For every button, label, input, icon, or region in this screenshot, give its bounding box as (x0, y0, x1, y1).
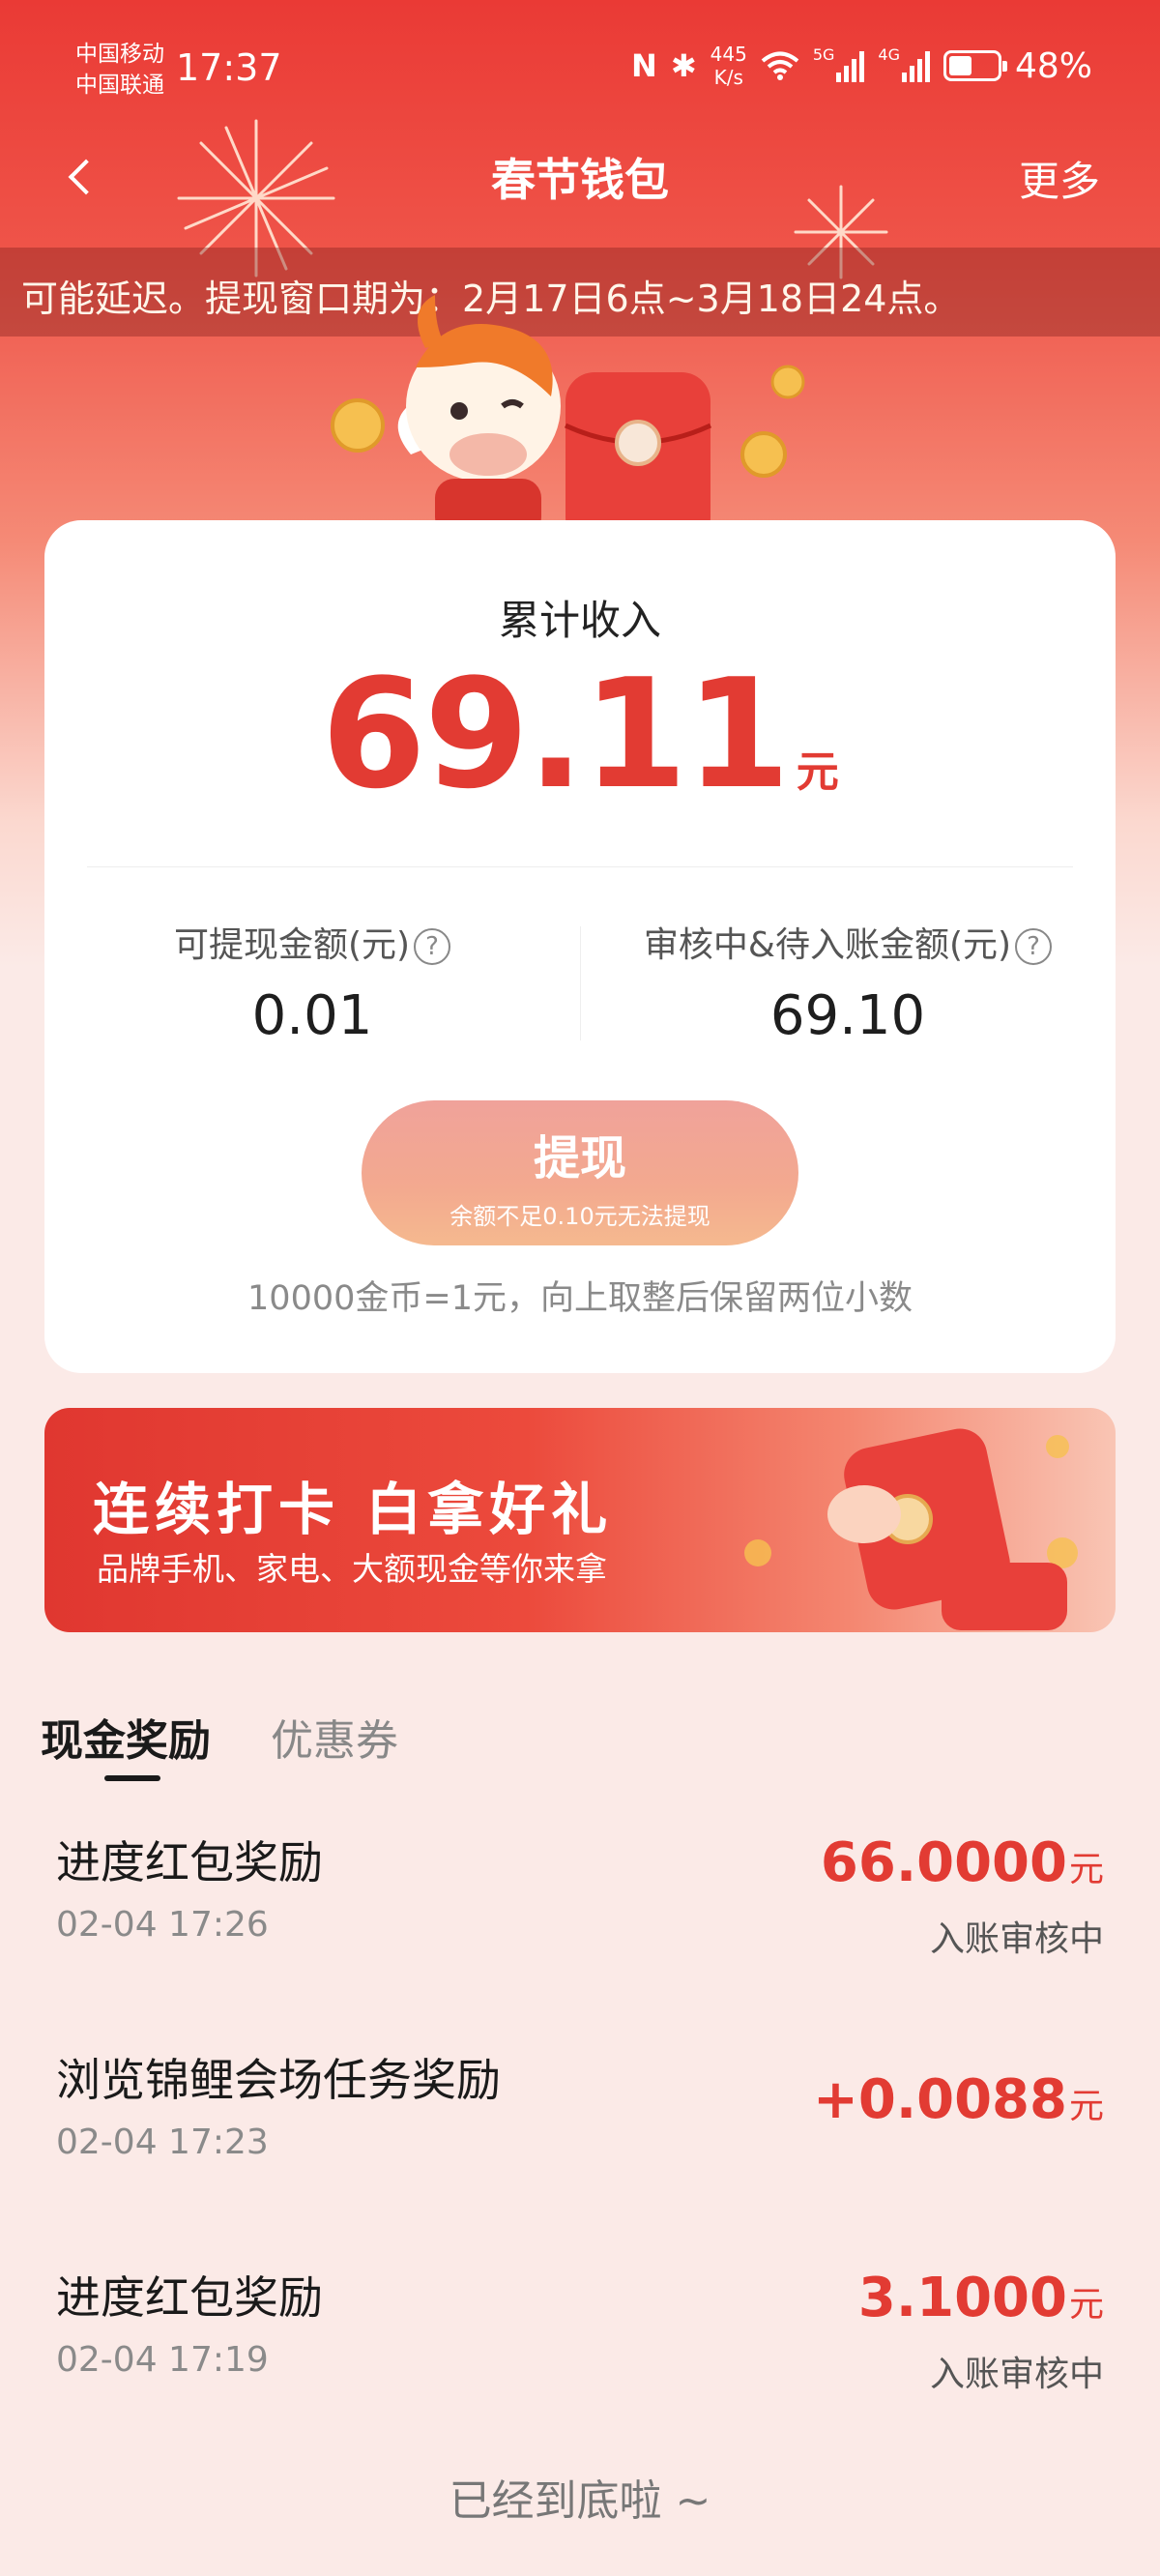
exchange-rate-note: 10000金币=1元，向上取整后保留两位小数 (247, 1279, 913, 1318)
signal-4g-icon (901, 49, 930, 82)
record-title: 浏览锦鲤会场任务奖励 (56, 2054, 501, 2106)
record-amount-unit: 元 (1068, 2087, 1104, 2126)
withdraw-button-label: 提现 (533, 1131, 626, 1186)
banner-title: 连续打卡 白拿好礼 (93, 1477, 614, 1542)
pending-stat: 审核中&待入账金额(元)? 69.10 (580, 917, 1116, 1047)
record-time: 02-04 17:23 (56, 2122, 269, 2162)
network-speed-value: 445 (710, 43, 747, 66)
list-end-note: 已经到底啦 ~ (449, 2476, 711, 2526)
pending-label-row: 审核中&待入账金额(元)? (580, 917, 1116, 967)
pending-label: 审核中&待入账金额(元) (643, 925, 1012, 965)
help-icon[interactable]: ? (1015, 928, 1053, 965)
withdrawable-label-row: 可提现金额(元)? (44, 917, 580, 967)
help-icon[interactable]: ? (414, 928, 451, 965)
record-title: 进度红包奖励 (56, 2271, 323, 2324)
record-amount: +0.0088元 (813, 2068, 1104, 2131)
record-amount-unit: 元 (1068, 2285, 1104, 2325)
network-5g-label: 5G (812, 44, 835, 64)
clock: 17:37 (176, 46, 282, 89)
total-income-label: 累计收入 (498, 597, 661, 644)
record-amount: 66.0000元 (821, 1831, 1104, 1894)
bluetooth-icon: ✱ (670, 47, 697, 84)
battery-fill (948, 56, 972, 75)
withdrawable-stat: 可提现金额(元)? 0.01 (44, 917, 580, 1047)
record-title: 进度红包奖励 (56, 1836, 323, 1888)
carrier-1: 中国移动 (75, 42, 164, 67)
more-button[interactable]: 更多 (1019, 149, 1100, 208)
nfc-icon: N (631, 47, 657, 84)
income-summary-card: 累计收入 69.11 元 可提现金额(元)? 0.01 审核中&待入账金额(元)?… (44, 520, 1116, 1373)
signal-5g-icon (836, 49, 865, 82)
record-amount-value: 3.1000 (857, 2267, 1067, 2329)
record-amount-unit: 元 (1068, 1850, 1104, 1889)
tab-coupons[interactable]: 优惠券 (271, 1706, 398, 1768)
record-time: 02-04 17:26 (56, 1905, 269, 1945)
withdraw-hint: 余额不足0.10元无法提现 (450, 1203, 710, 1230)
list-item: 浏览锦鲤会场任务奖励 02-04 17:23 +0.0088元 (0, 2045, 1160, 2239)
red-envelope-illustration (744, 1428, 1078, 1630)
record-amount: 3.1000元 (858, 2267, 1104, 2329)
withdrawable-label: 可提现金额(元) (173, 925, 411, 965)
status-icons: N ✱ 445 K/s 5G 4G 48% (631, 43, 1092, 89)
battery-icon (942, 50, 1007, 81)
wifi-icon (761, 51, 799, 80)
record-time: 02-04 17:19 (56, 2340, 269, 2380)
list-item: 进度红包奖励 02-04 17:26 66.0000元 入账审核中 (0, 1828, 1160, 2021)
network-speed: 445 K/s (710, 43, 747, 89)
checkin-promo-banner[interactable]: 连续打卡 白拿好礼 品牌手机、家电、大额现金等你来拿 (44, 1408, 1116, 1632)
pending-value: 69.10 (769, 984, 926, 1047)
withdrawable-value: 0.01 (251, 984, 373, 1047)
list-item: 进度红包奖励 02-04 17:19 3.1000元 入账审核中 (0, 2263, 1160, 2456)
network-4g-label: 4G (878, 44, 900, 64)
total-income: 69.11 元 (44, 646, 1116, 822)
mascot-illustration (331, 295, 805, 532)
carrier-2: 中国联通 (75, 73, 164, 98)
divider (87, 866, 1073, 867)
banner-subtitle: 品牌手机、家电、大额现金等你来拿 (97, 1550, 607, 1588)
battery-percent: 48% (1014, 45, 1092, 86)
record-status: 入账审核中 (929, 1919, 1104, 1959)
carrier-info: 中国移动 中国联通 (75, 39, 164, 101)
network-speed-unit: K/s (713, 66, 743, 89)
tab-cash-rewards[interactable]: 现金奖励 (41, 1706, 211, 1768)
total-income-value: 69.11 (321, 646, 790, 822)
record-amount-value: +0.0088 (812, 2068, 1067, 2131)
record-status: 入账审核中 (929, 2355, 1104, 2394)
record-amount-value: 66.0000 (820, 1831, 1067, 1894)
total-income-unit: 元 (796, 747, 839, 797)
withdraw-button[interactable]: 提现 余额不足0.10元无法提现 (362, 1100, 798, 1245)
tab-active-indicator (104, 1775, 160, 1781)
